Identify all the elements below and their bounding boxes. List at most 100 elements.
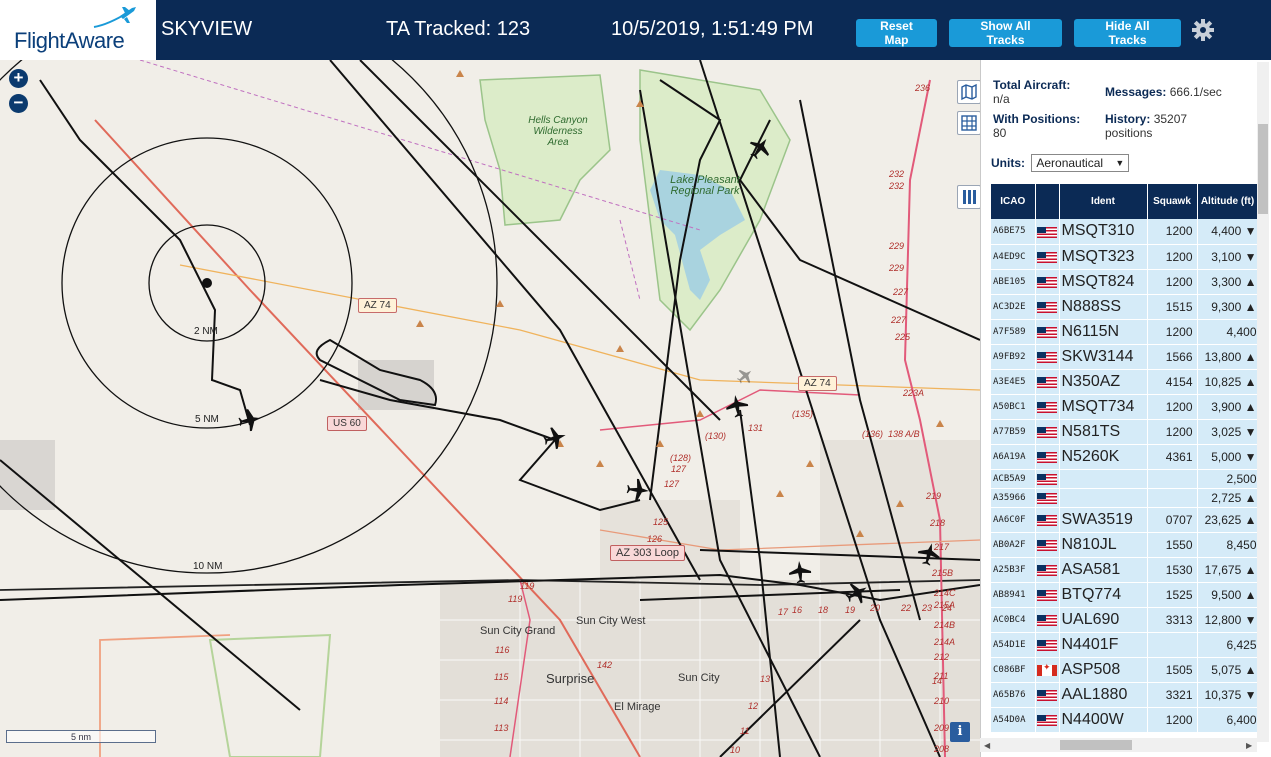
table-row[interactable]: C086BF ASP50815055,075 ▲ — [991, 657, 1258, 683]
table-row[interactable]: A77B59 N581TS 1200 3,025 ▼ — [991, 419, 1258, 445]
flag-cell — [1035, 344, 1060, 370]
hide-all-tracks-button[interactable]: Hide All Tracks — [1074, 19, 1181, 47]
map-canvas — [0, 60, 980, 757]
table-row[interactable]: A35966 2,725 ▲ — [991, 488, 1258, 508]
reset-map-button[interactable]: Reset Map — [856, 19, 937, 47]
vertical-scroll-thumb[interactable] — [1258, 124, 1268, 214]
table-row[interactable]: A6BE75 MSQT310 1200 4,400 ▼ — [991, 219, 1258, 245]
info-button[interactable]: i — [950, 722, 970, 742]
table-row[interactable]: A3E4E5 N350AZ 4154 10,825 ▲ — [991, 369, 1258, 395]
table-row[interactable]: AB0A2F N810JL 1550 8,450 — [991, 532, 1258, 558]
table-row[interactable]: ABE105 MSQT824 1200 3,300 ▲ — [991, 269, 1258, 295]
ident-cell: BTQ774 — [1059, 582, 1148, 608]
route-number: 113 — [494, 723, 509, 733]
table-row[interactable]: A7F589 N6115N 1200 4,400 — [991, 319, 1258, 345]
squawk-cell: 3321 — [1147, 682, 1198, 708]
range-ring-label: 2 NM — [194, 326, 218, 337]
table-row[interactable]: AB8941 BTQ774 1525 9,500 ▲ — [991, 582, 1258, 608]
scroll-left-icon[interactable]: ◀ — [984, 741, 990, 750]
column-header-ident[interactable]: Ident — [1059, 184, 1148, 219]
chevron-down-icon: ▼ — [1115, 158, 1125, 168]
table-row[interactable]: AC3D2E N888SS 1515 9,300 ▲ — [991, 294, 1258, 320]
table-row[interactable]: A6A19A N5260K 4361 5,000 ▼ — [991, 444, 1258, 470]
column-header-flag[interactable] — [1035, 184, 1060, 219]
us-flag-icon — [1037, 564, 1057, 576]
table-row[interactable]: A4ED9C MSQT323 1200 3,100 ▼ — [991, 244, 1258, 270]
icao-cell: AC3D2E — [991, 294, 1036, 320]
zoom-in-button[interactable]: + — [9, 69, 28, 88]
ident-cell: N6115N — [1059, 319, 1148, 345]
road-shield: AZ 303 Loop — [610, 545, 685, 561]
ident-cell — [1059, 469, 1148, 489]
flag-cell — [1035, 707, 1060, 733]
flag-cell — [1035, 632, 1060, 658]
us-flag-icon — [1037, 589, 1057, 601]
total-aircraft-label: Total Aircraft: — [993, 78, 1071, 92]
route-number: 229 — [889, 241, 905, 251]
altitude-cell: 6,400 — [1197, 707, 1258, 733]
history-label: History: — [1105, 112, 1151, 126]
us-flag-icon — [1037, 401, 1057, 413]
flag-cell — [1035, 419, 1060, 445]
route-number: 12 — [748, 701, 759, 711]
zoom-out-button[interactable]: − — [9, 94, 28, 113]
squawk-cell: 1200 — [1147, 244, 1198, 270]
horizontal-scroll-thumb[interactable] — [1060, 740, 1132, 750]
gear-icon[interactable] — [1190, 17, 1216, 43]
map-scale-bar: 5 nm — [6, 730, 156, 743]
route-number: 19 — [845, 605, 856, 615]
column-header-icao[interactable]: ICAO — [991, 184, 1036, 219]
altitude-cell: 10,825 ▲ — [1197, 369, 1258, 395]
column-header-altitude[interactable]: Altitude (ft) — [1197, 184, 1258, 219]
place-label: Sun City Grand — [480, 625, 556, 637]
route-number: 227 — [893, 287, 909, 297]
icao-cell: A7F589 — [991, 319, 1036, 345]
squawk-cell: 1200 — [1147, 219, 1198, 245]
flag-cell — [1035, 507, 1060, 533]
units-select[interactable]: Aeronautical ▼ — [1031, 154, 1130, 172]
squawk-cell: 0707 — [1147, 507, 1198, 533]
scroll-right-icon[interactable]: ▶ — [1246, 741, 1252, 750]
table-row[interactable]: AA6C0F SWA3519 0707 23,625 ▲ — [991, 507, 1258, 533]
column-header-squawk[interactable]: Squawk — [1147, 184, 1198, 219]
altitude-cell: 9,300 ▲ — [1197, 294, 1258, 320]
table-row[interactable]: A50BC1 MSQT734 1200 3,900 ▲ — [991, 394, 1258, 420]
table-row[interactable]: A54D1E N4401F 6,425 — [991, 632, 1258, 658]
with-positions-label: With Positions: — [993, 112, 1081, 126]
grid-icon[interactable] — [957, 111, 980, 135]
route-number: 142 — [597, 660, 613, 670]
altitude-cell: 3,025 ▼ — [1197, 419, 1258, 445]
messages-label: Messages: — [1105, 85, 1167, 99]
altitude-cell: 2,725 ▲ — [1197, 488, 1258, 508]
route-number: 22 — [901, 603, 912, 613]
columns-icon[interactable] — [957, 185, 980, 209]
aircraft-table: ICAO Ident Squawk Altitude (ft) A6BE75 MS… — [991, 184, 1258, 739]
altitude-cell: 3,900 ▲ — [1197, 394, 1258, 420]
units-value: Aeronautical — [1036, 156, 1104, 170]
table-row[interactable]: AC0BC4 UAL690 3313 12,800 ▼ — [991, 607, 1258, 633]
flightaware-logo[interactable]: FlightAware — [0, 0, 156, 60]
us-flag-icon — [1037, 226, 1057, 238]
canada-flag-icon — [1037, 662, 1057, 676]
place-label: Surprise — [546, 671, 595, 686]
route-number: 212 — [934, 652, 950, 662]
messages-value: 666.1/sec — [1169, 85, 1222, 99]
map-view[interactable]: + − 2 NM 5 NM 10 NM AZ 74 AZ 74 US 60 AZ… — [0, 60, 980, 757]
table-row[interactable]: A9FB92 SKW3144 1566 13,800 ▲ — [991, 344, 1258, 370]
range-ring-label: 10 NM — [193, 561, 223, 572]
altitude-cell: 6,425 — [1197, 632, 1258, 658]
layers-icon[interactable] — [957, 80, 980, 104]
table-row[interactable]: ACB5A9 2,500 — [991, 469, 1258, 489]
table-row[interactable]: A25B3F ASA581 1530 17,675 ▲ — [991, 557, 1258, 583]
clock: 10/5/2019, 1:51:49 PM — [611, 18, 814, 40]
icao-cell: AA6C0F — [991, 507, 1036, 533]
table-row[interactable]: A65B76 AAL1880 3321 10,375 ▼ — [991, 682, 1258, 708]
icao-cell: A77B59 — [991, 419, 1036, 445]
squawk-cell: 1200 — [1147, 394, 1198, 420]
road-shield: AZ 74 — [358, 298, 397, 313]
table-row[interactable]: A54D0A N4400W 1200 6,400 — [991, 707, 1258, 733]
flag-cell — [1035, 532, 1060, 558]
squawk-cell: 1525 — [1147, 582, 1198, 608]
squawk-cell: 1530 — [1147, 557, 1198, 583]
show-all-tracks-button[interactable]: Show All Tracks — [949, 19, 1062, 47]
